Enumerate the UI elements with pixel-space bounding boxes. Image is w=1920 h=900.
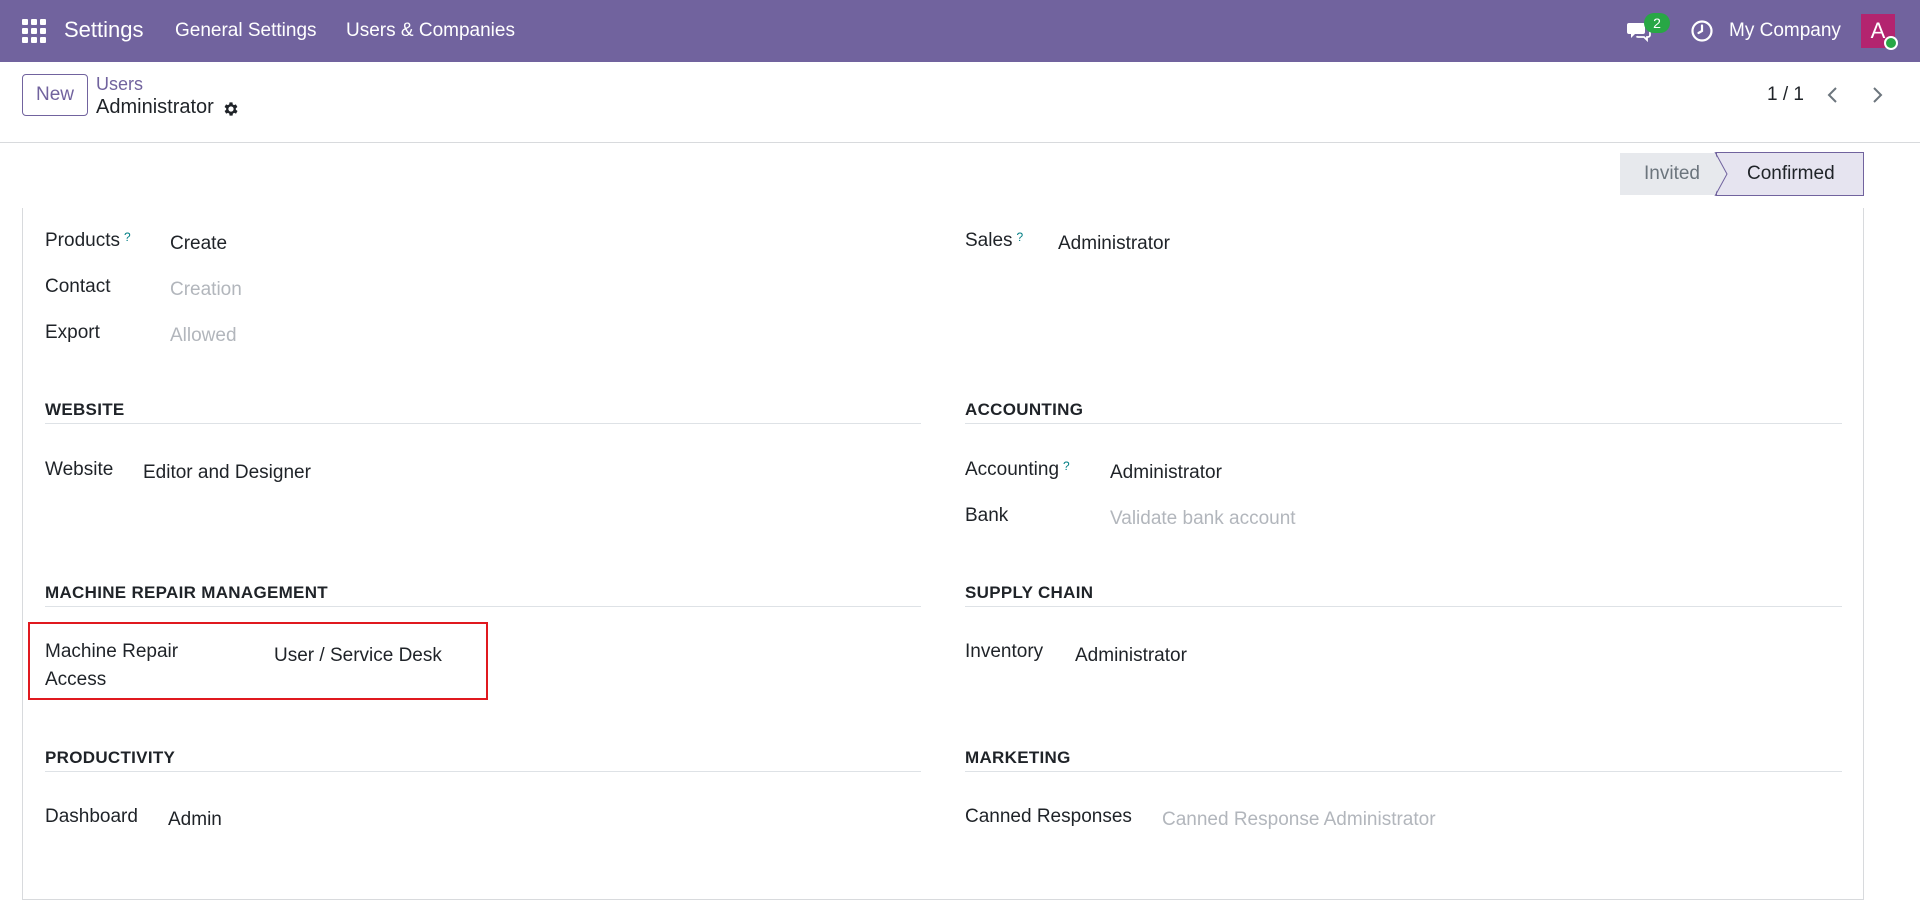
apps-menu-icon[interactable] — [22, 19, 46, 43]
breadcrumb-users[interactable]: Users — [96, 74, 143, 95]
section-divider — [965, 423, 1842, 424]
help-tooltip-icon[interactable]: ? — [1017, 230, 1024, 244]
nav-general-settings[interactable]: General Settings — [175, 20, 317, 42]
section-title-machine-repair: MACHINE REPAIR MANAGEMENT — [45, 583, 328, 602]
section-title-marketing: MARKETING — [965, 748, 1071, 767]
section-divider — [965, 771, 1842, 772]
field-label-sales: Sales? — [965, 230, 1024, 251]
field-value-products[interactable]: Create — [170, 233, 227, 255]
section-title-supply-chain: SUPPLY CHAIN — [965, 583, 1094, 602]
status-confirmed[interactable]: Confirmed — [1716, 152, 1864, 196]
help-tooltip-icon[interactable]: ? — [124, 230, 131, 244]
app-name[interactable]: Settings — [64, 17, 144, 43]
top-navbar: Settings General Settings Users & Compan… — [0, 0, 1920, 62]
new-button[interactable]: New — [22, 74, 88, 116]
field-label-contact: Contact — [45, 276, 111, 297]
field-value-contact[interactable]: Creation — [170, 279, 242, 301]
field-label-website: Website — [45, 459, 114, 480]
field-label-export: Export — [45, 322, 100, 343]
online-status-dot — [1884, 36, 1898, 50]
field-label-inventory: Inventory — [965, 641, 1044, 662]
section-divider — [45, 606, 921, 607]
field-value-bank[interactable]: Validate bank account — [1110, 508, 1296, 530]
section-divider — [45, 771, 921, 772]
field-value-website[interactable]: Editor and Designer — [143, 462, 311, 484]
activity-clock-icon[interactable] — [1690, 19, 1714, 43]
field-value-export[interactable]: Allowed — [170, 325, 237, 347]
pager-value[interactable]: 1 / 1 — [1767, 84, 1804, 106]
status-arrow-shape — [1714, 152, 1728, 196]
field-label-products: Products? — [45, 230, 131, 251]
field-value-inventory[interactable]: Administrator — [1075, 645, 1187, 667]
record-title: Administrator — [96, 96, 214, 118]
chevron-left-icon[interactable] — [1822, 84, 1844, 106]
section-title-accounting: ACCOUNTING — [965, 400, 1084, 419]
field-value-canned-responses[interactable]: Canned Response Administrator — [1162, 809, 1436, 831]
section-divider — [45, 423, 921, 424]
control-panel: New Users Administrator 1 / 1 — [0, 62, 1920, 143]
form-sheet — [22, 208, 1864, 900]
help-tooltip-icon[interactable]: ? — [1063, 459, 1070, 473]
field-label-accounting: Accounting? — [965, 459, 1070, 480]
status-invited[interactable]: Invited — [1620, 153, 1720, 195]
nav-users-companies[interactable]: Users & Companies — [346, 20, 515, 42]
section-title-website: WEBSITE — [45, 400, 125, 419]
chevron-right-icon[interactable] — [1866, 84, 1888, 106]
field-label-dashboard: Dashboard — [45, 806, 138, 827]
section-title-productivity: PRODUCTIVITY — [45, 748, 176, 767]
chat-count-badge: 2 — [1644, 13, 1670, 33]
section-divider — [965, 606, 1842, 607]
field-value-dashboard[interactable]: Admin — [168, 809, 222, 831]
field-value-accounting[interactable]: Administrator — [1110, 462, 1222, 484]
gear-icon[interactable] — [222, 100, 240, 118]
field-label-bank: Bank — [965, 505, 1009, 526]
field-label-canned-responses: Canned Responses — [965, 806, 1132, 827]
highlight-annotation-box — [28, 622, 488, 700]
field-value-sales[interactable]: Administrator — [1058, 233, 1170, 255]
company-switcher[interactable]: My Company — [1729, 20, 1841, 42]
